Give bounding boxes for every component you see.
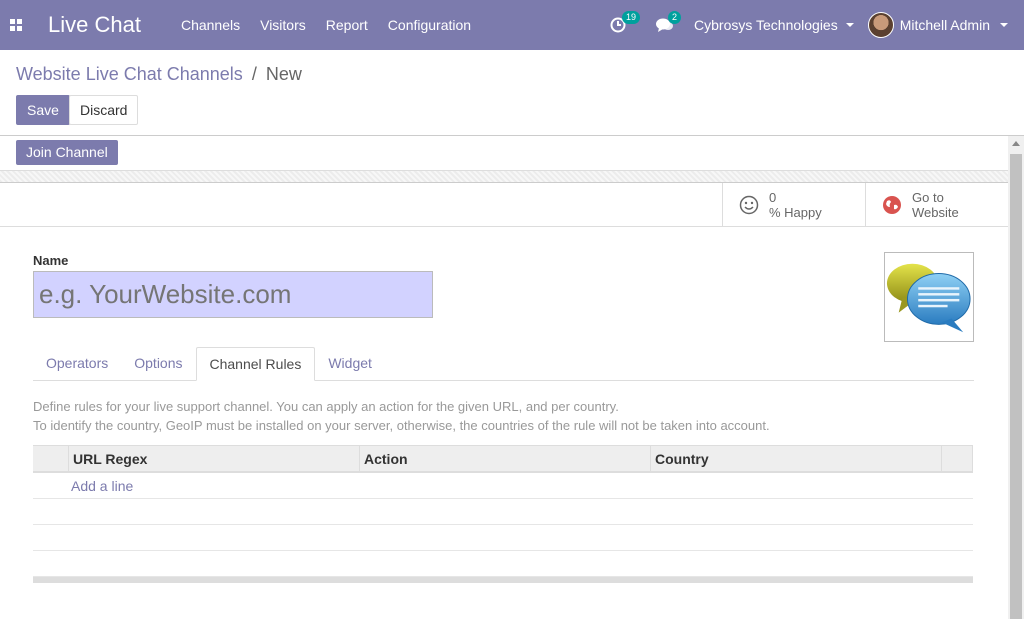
chevron-down-icon (845, 23, 854, 27)
menu-visitors[interactable]: Visitors (250, 17, 316, 33)
apps-menu-icon[interactable] (0, 0, 32, 50)
go-to-website-button[interactable]: Go to Website (865, 183, 1008, 227)
name-label: Name (33, 253, 69, 268)
channel-rules-help: Define rules for your live support chann… (33, 397, 770, 435)
add-line-link[interactable]: Add a line (33, 478, 133, 494)
messages-count-badge: 2 (668, 11, 682, 24)
breadcrumb: Website Live Chat Channels / New (16, 64, 302, 85)
avatar (867, 12, 894, 38)
top-navbar: Live Chat Channels Visitors Report Confi… (0, 0, 1024, 50)
smile-icon (739, 195, 759, 215)
tab-widget[interactable]: Widget (315, 347, 385, 380)
speech-bubbles-icon (886, 263, 971, 333)
control-panel: Website Live Chat Channels / New Save Di… (0, 50, 1024, 136)
table-row (33, 525, 973, 551)
happy-label: % Happy (769, 205, 822, 220)
chevron-down-icon (1000, 23, 1008, 27)
help-line-1: Define rules for your live support chann… (33, 399, 619, 414)
activity-count-badge: 19 (622, 11, 641, 24)
help-line-2: To identify the country, GeoIP must be i… (33, 418, 770, 433)
header-trash-cell (942, 446, 973, 471)
column-action[interactable]: Action (360, 446, 651, 471)
menu-configuration[interactable]: Configuration (378, 17, 481, 33)
company-switcher[interactable]: Cybrosys Technologies (684, 17, 868, 33)
breadcrumb-separator: / (251, 64, 257, 84)
form-view: Join Channel 0 % Happy Go to Website Nam… (0, 136, 1008, 619)
website-line1: Go to (912, 190, 944, 205)
join-channel-button[interactable]: Join Channel (16, 140, 118, 165)
form-sheet: 0 % Happy Go to Website Name e.g. YourWe… (0, 182, 1008, 619)
column-country[interactable]: Country (651, 446, 942, 471)
table-footer (33, 577, 973, 583)
form-statusbar: Join Channel (0, 136, 1008, 170)
save-button[interactable]: Save (16, 95, 70, 125)
globe-icon (883, 196, 901, 214)
table-row (33, 551, 973, 577)
menu-report[interactable]: Report (316, 17, 378, 33)
header-handle-cell (33, 446, 69, 471)
discard-button[interactable]: Discard (69, 95, 139, 125)
happy-value: 0 (769, 190, 777, 205)
table-row (33, 499, 973, 525)
smart-button-box: 0 % Happy Go to Website (0, 183, 1008, 227)
notebook-tabs: Operators Options Channel Rules Widget (33, 347, 974, 381)
scroll-up-arrow-icon[interactable] (1012, 141, 1020, 146)
company-name: Cybrosys Technologies (694, 17, 838, 33)
table-row: Add a line (33, 473, 973, 499)
rules-table: URL Regex Action Country Add a line (33, 445, 973, 583)
sheet-background (0, 170, 1008, 182)
activity-menu[interactable]: 19 (600, 0, 641, 50)
app-name[interactable]: Live Chat (48, 12, 141, 38)
tab-options[interactable]: Options (121, 347, 195, 380)
menu-channels[interactable]: Channels (171, 17, 250, 33)
table-header: URL Regex Action Country (33, 445, 973, 473)
happy-stat-button[interactable]: 0 % Happy (722, 183, 865, 227)
user-menu[interactable]: Mitchell Admin (867, 12, 1024, 38)
scrollbar[interactable] (1008, 136, 1024, 619)
website-line2: Website (912, 205, 959, 220)
tab-channel-rules[interactable]: Channel Rules (195, 347, 316, 381)
tab-operators[interactable]: Operators (33, 347, 121, 380)
channel-image[interactable] (884, 252, 974, 342)
breadcrumb-current: New (265, 64, 302, 84)
user-name: Mitchell Admin (899, 17, 990, 33)
messaging-menu[interactable]: 2 (646, 0, 684, 50)
column-url-regex[interactable]: URL Regex (69, 446, 360, 471)
scrollbar-thumb[interactable] (1010, 154, 1022, 619)
name-input[interactable] (33, 271, 433, 318)
breadcrumb-parent[interactable]: Website Live Chat Channels (16, 64, 243, 84)
